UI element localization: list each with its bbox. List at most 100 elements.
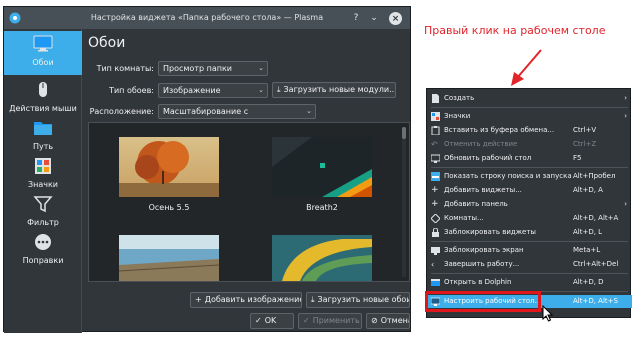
plus-icon: + xyxy=(195,295,202,304)
chevron-right-icon: › xyxy=(624,94,627,102)
chevron-right-icon: › xyxy=(624,200,627,208)
wallpaper-thumb-autumn[interactable] xyxy=(119,137,219,197)
folder-icon xyxy=(34,122,52,135)
more-icon xyxy=(35,234,51,250)
new-icon xyxy=(432,94,439,103)
sidebar-item-label: Путь xyxy=(32,142,54,151)
autumn-image xyxy=(119,137,219,197)
mouse-icon xyxy=(39,82,47,97)
minimize-icon[interactable]: ⌄ xyxy=(368,12,380,24)
positioning-combo[interactable]: Масштабирование с кадрированием ⌄ xyxy=(158,104,316,129)
menu-item-activities[interactable]: Комнаты... Alt+D, Alt+A xyxy=(427,212,632,225)
check-icon: ✓ xyxy=(303,316,310,325)
chevron-down-icon: ⌄ xyxy=(306,107,312,115)
sidebar-item-tweaks[interactable]: Поправки xyxy=(4,229,82,273)
chevron-right-icon: › xyxy=(624,112,627,120)
layout-value: Просмотр папки xyxy=(163,64,232,73)
lock-screen-icon xyxy=(431,247,440,255)
monitor-icon xyxy=(33,35,53,52)
screenshot-root: Настройка виджета «Папка рабочего стола»… xyxy=(0,0,640,341)
ok-label: OK xyxy=(264,316,277,325)
wallpaper-label: Breath2 xyxy=(306,203,338,212)
page-title: Обои xyxy=(88,35,126,51)
settings-content: Обои Тип комнаты: Просмотр папки ⌄ Тип о… xyxy=(86,29,410,333)
highlight-frame xyxy=(425,291,541,312)
menu-item-open-dolphin[interactable]: Открыть в Dolphin Alt+D, D xyxy=(427,276,632,289)
menu-item-lock-screen[interactable]: Заблокировать экран Meta+L xyxy=(427,244,632,257)
menu-item-krunner[interactable]: Показать строку поиска и запуска Alt+Про… xyxy=(427,170,632,183)
download-icon: ⤓ xyxy=(277,85,281,94)
menu-item-undo[interactable]: ↶ Отменить действие Ctrl+Z xyxy=(427,138,632,151)
plus-icon: + xyxy=(431,199,439,209)
titlebar[interactable]: Настройка виджета «Папка рабочего стола»… xyxy=(4,7,410,29)
menu-item-lock-widgets[interactable]: Заблокировать виджеты Alt+D, L xyxy=(427,226,632,239)
cancel-button[interactable]: ⊘ Отмена xyxy=(366,313,410,329)
add-image-button[interactable]: + Добавить изображение... xyxy=(190,292,302,308)
cancel-icon: ⊘ xyxy=(371,316,378,325)
lock-icon xyxy=(432,228,439,237)
check-icon: ✓ xyxy=(255,316,262,325)
paste-icon xyxy=(431,126,440,135)
chevron-down-icon: ⌄ xyxy=(258,86,264,94)
mouse-cursor-icon xyxy=(542,305,554,322)
menu-separator xyxy=(431,167,628,168)
chevron-down-icon: ⌄ xyxy=(258,64,264,72)
scrollbar-handle[interactable] xyxy=(402,127,406,139)
get-new-wallpapers-button[interactable]: ⤓ Загрузить новые обои... xyxy=(306,292,410,308)
layout-label: Тип комнаты: xyxy=(96,64,154,73)
krunner-icon xyxy=(431,172,440,181)
add-image-label: Добавить изображение... xyxy=(204,295,302,304)
annotation-arrow-icon xyxy=(511,49,542,86)
close-icon[interactable]: × xyxy=(389,12,402,25)
wallpaper-thumb-pier[interactable] xyxy=(119,235,219,281)
sidebar-item-label: Поправки xyxy=(22,256,64,265)
icons-grid-icon xyxy=(35,158,51,174)
get-new-plugins-label: Загрузить новые модули... xyxy=(283,85,396,94)
menu-item-refresh[interactable]: Обновить рабочий стол F5 xyxy=(427,152,632,165)
help-icon[interactable]: ? xyxy=(350,12,362,24)
wallpaper-type-label: Тип обоев: xyxy=(109,86,154,95)
menu-item-add-panel[interactable]: + Добавить панель › xyxy=(427,198,632,211)
download-icon: ⤓ xyxy=(311,295,315,304)
menu-item-leave[interactable]: ‹ Завершить работу... Ctrl+Alt+Del xyxy=(427,258,632,271)
annotation-text: Правый клик на рабочем столе xyxy=(424,24,606,37)
filter-icon xyxy=(33,196,53,213)
curves-image xyxy=(272,235,372,281)
sidebar-item-label: Фильтр xyxy=(27,218,59,227)
undo-icon: ↶ xyxy=(431,140,438,149)
wallpaper-thumb-curves[interactable] xyxy=(272,235,372,281)
ok-button[interactable]: ✓ OK xyxy=(250,313,294,329)
menu-item-add-widgets[interactable]: + Добавить виджеты... Alt+D, A xyxy=(427,184,632,197)
leave-icon: ‹ xyxy=(431,260,435,269)
dolphin-icon xyxy=(431,279,440,286)
cancel-label: Отмена xyxy=(380,316,410,325)
desktop-context-menu: Создать › Значки › Вставить из буфера об… xyxy=(426,88,632,318)
pier-image xyxy=(119,235,219,281)
menu-separator xyxy=(431,107,628,108)
wallpaper-label: Осень 5.5 xyxy=(148,203,190,212)
menu-item-create[interactable]: Создать › xyxy=(427,92,632,105)
wallpaper-type-value: Изображение xyxy=(163,86,221,95)
sidebar: Обои Действия мыши Путь Значки Фильтр По… xyxy=(4,29,82,333)
get-new-plugins-button[interactable]: ⤓ Загрузить новые модули... xyxy=(272,82,396,98)
desktop-settings-dialog: Настройка виджета «Папка рабочего стола»… xyxy=(3,6,411,333)
activities-icon xyxy=(431,214,440,223)
apply-label: Применить xyxy=(312,316,360,325)
plus-icon: + xyxy=(431,185,439,195)
apply-button[interactable]: ✓ Применить xyxy=(298,313,362,329)
menu-separator xyxy=(431,241,628,242)
refresh-desktop-icon xyxy=(431,154,440,163)
layout-combo[interactable]: Просмотр папки ⌄ xyxy=(158,61,268,76)
sidebar-item-label: Значки xyxy=(27,180,59,189)
menu-separator xyxy=(431,273,628,274)
wallpaper-scrollbar[interactable] xyxy=(402,127,406,277)
get-new-wallpapers-label: Загрузить новые обои... xyxy=(317,295,410,304)
wallpaper-grid: Осень 5.5 Breath2 xyxy=(88,122,410,282)
menu-item-icons[interactable]: Значки › xyxy=(427,110,632,123)
wallpaper-thumb-breath2[interactable] xyxy=(272,137,372,197)
breath2-image xyxy=(272,137,372,197)
wallpaper-type-combo[interactable]: Изображение ⌄ xyxy=(158,83,268,98)
positioning-label: Расположение: xyxy=(89,107,154,116)
icons-icon xyxy=(431,112,440,121)
menu-item-paste[interactable]: Вставить из буфера обмена... Ctrl+V xyxy=(427,124,632,137)
